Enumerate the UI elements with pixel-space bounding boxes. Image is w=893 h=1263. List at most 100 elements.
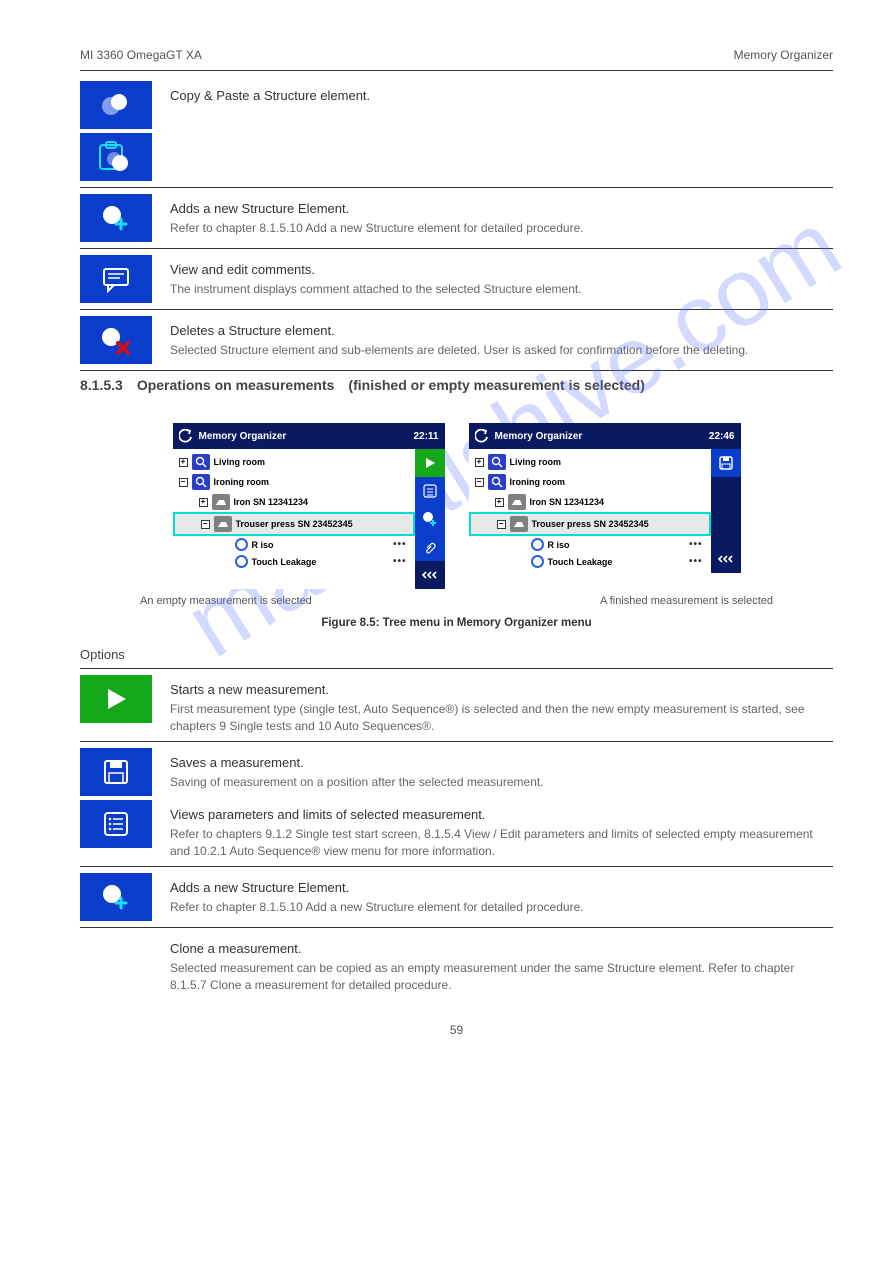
screenshot-captions: An empty measurement is selected A finis… [140, 595, 773, 607]
tree-label: Touch Leakage [548, 557, 613, 567]
tree-trouser-selected[interactable]: − Trouser press SN 23452345 [173, 512, 415, 536]
more-icon[interactable]: ••• [393, 556, 411, 567]
op-copy-paste: Copy & Paste a Structure element. [80, 81, 833, 181]
collapse-button[interactable] [415, 561, 445, 589]
play-icon [80, 675, 152, 723]
more-icon[interactable]: ••• [689, 556, 707, 567]
caption-left: An empty measurement is selected [140, 595, 312, 607]
tree-label: Trouser press SN 23452345 [532, 519, 649, 529]
page-header: MI 3360 OmegaGT XA Memory Organizer [80, 48, 833, 62]
tree-label: Iron SN 12341234 [234, 497, 309, 507]
add-structure-icon [80, 194, 152, 242]
appliance-icon [214, 516, 232, 532]
screenshots: Memory Organizer 22:11 + Living room − I… [80, 423, 833, 589]
comment-icon [80, 255, 152, 303]
op-text: View and edit comments. [170, 261, 833, 279]
caption-right: A finished measurement is selected [600, 595, 773, 607]
expander-icon[interactable]: − [179, 478, 188, 487]
op-text: Saves a measurement. [170, 754, 833, 772]
section-heading: 8.1.5.3 Operations on measurements (fini… [80, 377, 833, 393]
op-text: Copy & Paste a Structure element. [170, 87, 833, 105]
op-save: Saves a measurement. Saving of measureme… [80, 748, 833, 796]
appliance-icon [212, 494, 230, 510]
op-start-measurement: Starts a new measurement. First measurem… [80, 675, 833, 735]
op-sub: Selected Structure element and sub-eleme… [170, 342, 833, 359]
empty-measure-icon [235, 555, 248, 568]
divider [80, 866, 833, 867]
op-sub: Refer to chapter 8.1.5.10 Add a new Stru… [170, 220, 833, 237]
tree-living[interactable]: + Living room [469, 452, 711, 472]
location-icon [488, 454, 506, 470]
expander-icon[interactable]: + [179, 458, 188, 467]
appliance-icon [508, 494, 526, 510]
panel-time: 22:11 [413, 431, 438, 442]
tree-label: Trouser press SN 23452345 [236, 519, 353, 529]
empty-measure-icon [531, 555, 544, 568]
params-button[interactable] [415, 477, 445, 505]
op-text: Clone a measurement. [170, 940, 833, 958]
op-text: Views parameters and limits of selected … [170, 806, 833, 824]
op-add-structure-2: Adds a new Structure Element. Refer to c… [80, 873, 833, 921]
spacer [711, 477, 741, 545]
tree-iron[interactable]: + Iron SN 12341234 [173, 492, 415, 512]
more-icon[interactable]: ••• [393, 539, 411, 550]
expander-icon[interactable]: + [199, 498, 208, 507]
empty-measure-icon [235, 538, 248, 551]
location-icon [192, 474, 210, 490]
divider [80, 668, 833, 669]
tree-label: Ironing room [214, 477, 270, 487]
device-panel-right: Memory Organizer 22:46 + Living room − I… [469, 423, 741, 589]
params-icon [80, 800, 152, 848]
options-heading: Options [80, 647, 833, 662]
tree-touch[interactable]: Touch Leakage ••• [469, 553, 711, 570]
op-comment: View and edit comments. The instrument d… [80, 255, 833, 303]
op-add-structure: Adds a new Structure Element. Refer to c… [80, 194, 833, 242]
expander-icon[interactable]: − [497, 520, 506, 529]
tree-label: R iso [252, 540, 274, 550]
tree-ironing[interactable]: − Ironing room [173, 472, 415, 492]
tree-iron[interactable]: + Iron SN 12341234 [469, 492, 711, 512]
tree-ironing[interactable]: − Ironing room [469, 472, 711, 492]
tree-riso[interactable]: R iso ••• [173, 536, 415, 553]
tree-touch[interactable]: Touch Leakage ••• [173, 553, 415, 570]
more-icon[interactable]: ••• [689, 539, 707, 550]
tree-label: Living room [214, 457, 266, 467]
op-sub: The instrument displays comment attached… [170, 281, 833, 298]
add-button[interactable] [415, 505, 445, 533]
page-number: 59 [80, 1023, 833, 1037]
tree-living[interactable]: + Living room [173, 452, 415, 472]
expander-icon[interactable]: + [495, 498, 504, 507]
collapse-button[interactable] [711, 545, 741, 573]
appliance-icon [510, 516, 528, 532]
tree-label: Ironing room [510, 477, 566, 487]
op-sub: Saving of measurement on a position afte… [170, 774, 833, 791]
back-icon [179, 429, 193, 443]
tree-riso[interactable]: R iso ••• [469, 536, 711, 553]
expander-icon[interactable]: − [201, 520, 210, 529]
panel-time: 22:46 [709, 431, 735, 442]
header-right: Memory Organizer [734, 48, 833, 62]
save-icon [80, 748, 152, 796]
play-button[interactable] [415, 449, 445, 477]
op-sub: Selected measurement can be copied as an… [170, 960, 833, 994]
panel-title: Memory Organizer [199, 431, 287, 442]
divider [80, 309, 833, 310]
op-text: Adds a new Structure Element. [170, 200, 833, 218]
tree-label: Iron SN 12341234 [530, 497, 605, 507]
op-view-params: Views parameters and limits of selected … [80, 800, 833, 860]
divider [80, 70, 833, 71]
back-icon [475, 429, 489, 443]
op-clone: Clone a measurement. Selected measuremen… [80, 934, 833, 994]
device-panel-left: Memory Organizer 22:11 + Living room − I… [173, 423, 445, 589]
expander-icon[interactable]: − [475, 478, 484, 487]
delete-structure-icon [80, 316, 152, 364]
location-icon [192, 454, 210, 470]
tree-trouser-selected[interactable]: − Trouser press SN 23452345 [469, 512, 711, 536]
copy-paste-icon [80, 81, 152, 129]
expander-icon[interactable]: + [475, 458, 484, 467]
add-structure-icon [80, 873, 152, 921]
divider [80, 187, 833, 188]
attach-button[interactable] [415, 533, 445, 561]
save-button[interactable] [711, 449, 741, 477]
op-text: Adds a new Structure Element. [170, 879, 833, 897]
